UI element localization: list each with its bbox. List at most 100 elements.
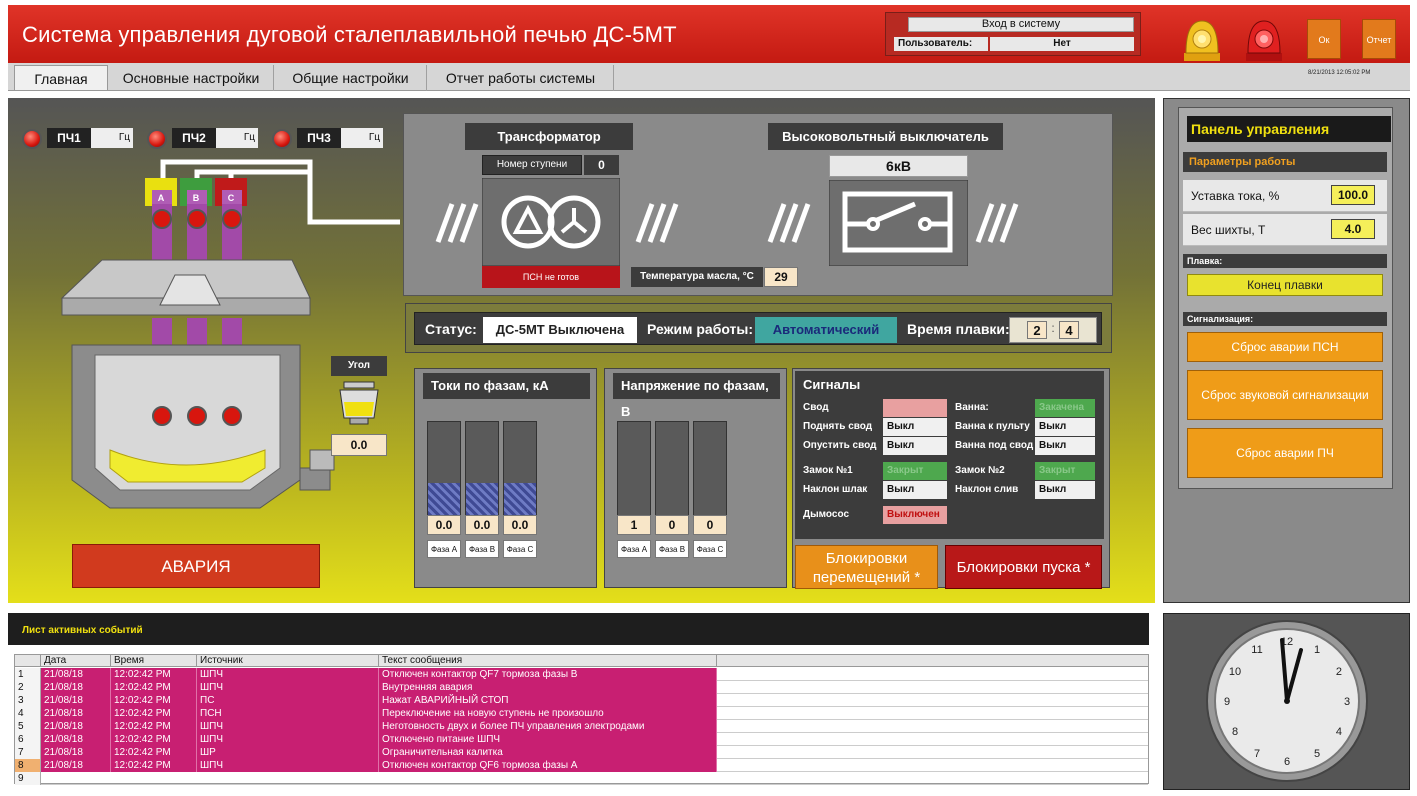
table-row[interactable]: 5 21/08/18 12:02:42 PM ШПЧ Неготовность двух… [15, 720, 1148, 733]
table-cell-time: 12:02:42 PM [111, 707, 197, 720]
table-cell-src: ПС [197, 694, 379, 707]
angle-value: 0.0 [331, 434, 387, 456]
tab-system-report[interactable]: Отчет работы системы [428, 65, 614, 91]
melt-time-minutes: 4 [1059, 321, 1079, 339]
breaker-voltage: 6кВ [829, 155, 968, 177]
current-setpoint-input[interactable]: 100.0 [1331, 185, 1375, 205]
table-cell-date: 21/08/18 [41, 759, 111, 772]
voltage-phase-a-button[interactable]: Фаза А [617, 540, 651, 558]
signal-label: Замок №1 [799, 462, 883, 480]
signal-value [883, 399, 947, 417]
signal-value: Выкл [883, 481, 947, 499]
table-cell-src: ШР [197, 746, 379, 759]
pch1-indicator [22, 129, 42, 149]
tab-basic-settings[interactable]: Основные настройки [109, 65, 274, 91]
angle-label: Угол [331, 356, 387, 376]
clock-number: 2 [1336, 666, 1342, 678]
table-row[interactable]: 7 21/08/18 12:02:42 PM ШР Ограничительная ка… [15, 746, 1148, 759]
table-header-spacer [717, 655, 1148, 667]
clock-panel: 12 1 2 3 4 5 6 7 8 9 10 11 [1163, 613, 1410, 790]
table-row[interactable]: 6 21/08/18 12:02:42 PM ШПЧ Отключено питание… [15, 733, 1148, 746]
table-row[interactable]: 8 21/08/18 12:02:42 PM ШПЧ Отключен контакто… [15, 759, 1148, 772]
user-label: Пользователь: [894, 37, 988, 51]
oil-temp-label: Температура масла, °C [631, 267, 763, 287]
header-tools: Ок Отчет [1160, 5, 1410, 63]
signal-label: Ванна под свод [951, 437, 1035, 455]
table-cell-text: Отключено питание ШПЧ [379, 733, 717, 746]
signal-value: Закрыт [883, 462, 947, 480]
table-cell-n: 4 [15, 707, 41, 720]
voltage-phase-b-button[interactable]: Фаза В [655, 540, 689, 558]
events-title: Лист активных событий [22, 625, 143, 636]
table-cell-text: Отключен контактор QF7 тормоза фазы В [379, 668, 717, 681]
events-table: Дата Время Источник Текст сообщения 1 21/… [14, 654, 1149, 785]
reset-psn-alarm-button[interactable]: Сброс аварии ПСН [1187, 332, 1383, 362]
datetime: 8/21/2013 12:05:02 PM [1308, 70, 1371, 76]
table-header-date[interactable]: Дата [41, 655, 111, 667]
signal-value: Закачена [1035, 399, 1095, 417]
table-cell-n: 6 [15, 733, 41, 746]
table-row[interactable]: 4 21/08/18 12:02:42 PM ПСН Переключение на н… [15, 707, 1148, 720]
table-row[interactable]: 9 [15, 772, 1148, 785]
tab-main[interactable]: Главная [14, 65, 108, 91]
table-cell-text: Неготовность двух и более ПЧ управления … [379, 720, 717, 733]
table-row[interactable]: 2 21/08/18 12:02:42 PM ШПЧ Внутренняя авария [15, 681, 1148, 694]
reset-pch-alarm-button[interactable]: Сброс аварии ПЧ [1187, 428, 1383, 478]
end-melt-button[interactable]: Конец плавки [1187, 274, 1383, 296]
current-phase-c-button[interactable]: Фаза С [503, 540, 537, 558]
clock-number: 10 [1229, 666, 1241, 678]
table-row[interactable]: 3 21/08/18 12:02:42 PM ПС Нажат АВАРИЙНЫЙ СТ… [15, 694, 1148, 707]
table-cell-text [379, 772, 717, 785]
start-interlocks-button[interactable]: Блокировки пуска * [945, 545, 1102, 589]
status-value: ДС-5МТ Выключена [483, 317, 637, 343]
signal-label: Замок №2 [951, 462, 1035, 480]
table-cell-text: Нажат АВАРИЙНЫЙ СТОП [379, 694, 717, 707]
table-row[interactable]: 1 21/08/18 12:02:42 PM ШПЧ Отключен контакто… [15, 668, 1148, 681]
table-cell-date: 21/08/18 [41, 733, 111, 746]
table-cell-time: 12:02:42 PM [111, 681, 197, 694]
step-label: Номер ступени [482, 155, 582, 175]
signal-value: Выкл [1035, 437, 1095, 455]
pch1-label: ПЧ1 [47, 128, 91, 148]
clock-number: 9 [1224, 696, 1230, 708]
movement-interlocks-button[interactable]: Блокировки перемещений * [795, 545, 938, 589]
control-panel-inner: Панель управления Параметры работы Устав… [1178, 107, 1393, 489]
signal-label: Ванна к пульту [951, 418, 1035, 436]
table-cell-time: 12:02:42 PM [111, 759, 197, 772]
clock-number: 7 [1254, 748, 1260, 760]
table-cell-n: 8 [15, 759, 41, 772]
charge-weight-input[interactable]: 4.0 [1331, 219, 1375, 239]
report-button[interactable]: Отчет [1362, 19, 1396, 59]
current-value-a: 0.0 [427, 515, 461, 535]
voltage-value-c: 0 [693, 515, 727, 535]
currents-title: Токи по фазам, кА [423, 373, 590, 399]
pch3-indicator [272, 129, 292, 149]
voltage-phase-c-button[interactable]: Фаза С [693, 540, 727, 558]
table-cell-date: 21/08/18 [41, 681, 111, 694]
table-cell-date: 21/08/18 [41, 746, 111, 759]
control-panel: Панель управления Параметры работы Устав… [1163, 98, 1410, 603]
electrode-c-label: C [227, 193, 235, 203]
signals-panel: Сигналы Свод Ванна: Закачена Поднять свод Вы… [792, 368, 1110, 589]
mode-value[interactable]: Автоматический [755, 317, 897, 343]
current-phase-b-button[interactable]: Фаза В [465, 540, 499, 558]
charge-weight-label: Вес шихты, Т [1191, 223, 1266, 237]
tab-general-settings[interactable]: Общие настройки [275, 65, 427, 91]
current-phase-a-button[interactable]: Фаза А [427, 540, 461, 558]
reset-sound-alarm-button[interactable]: Сброс звуковой сигнализации [1187, 370, 1383, 420]
login-button[interactable]: Вход в систему [908, 17, 1134, 32]
clock-number: 3 [1344, 696, 1350, 708]
charge-weight-row: Вес шихты, Т 4.0 [1183, 214, 1387, 246]
current-value-c: 0.0 [503, 515, 537, 535]
table-header-time[interactable]: Время [111, 655, 197, 667]
oil-temp-value: 29 [764, 267, 798, 287]
table-cell-src: ШПЧ [197, 668, 379, 681]
table-header-source[interactable]: Источник [197, 655, 379, 667]
voltage-value-a: 1 [617, 515, 651, 535]
pch2-label: ПЧ2 [172, 128, 216, 148]
table-cell-n: 1 [15, 668, 41, 681]
signal-label: Ванна: [951, 399, 1035, 417]
table-header-message[interactable]: Текст сообщения [379, 655, 717, 667]
ok-button[interactable]: Ок [1307, 19, 1341, 59]
step-value: 0 [584, 155, 619, 175]
